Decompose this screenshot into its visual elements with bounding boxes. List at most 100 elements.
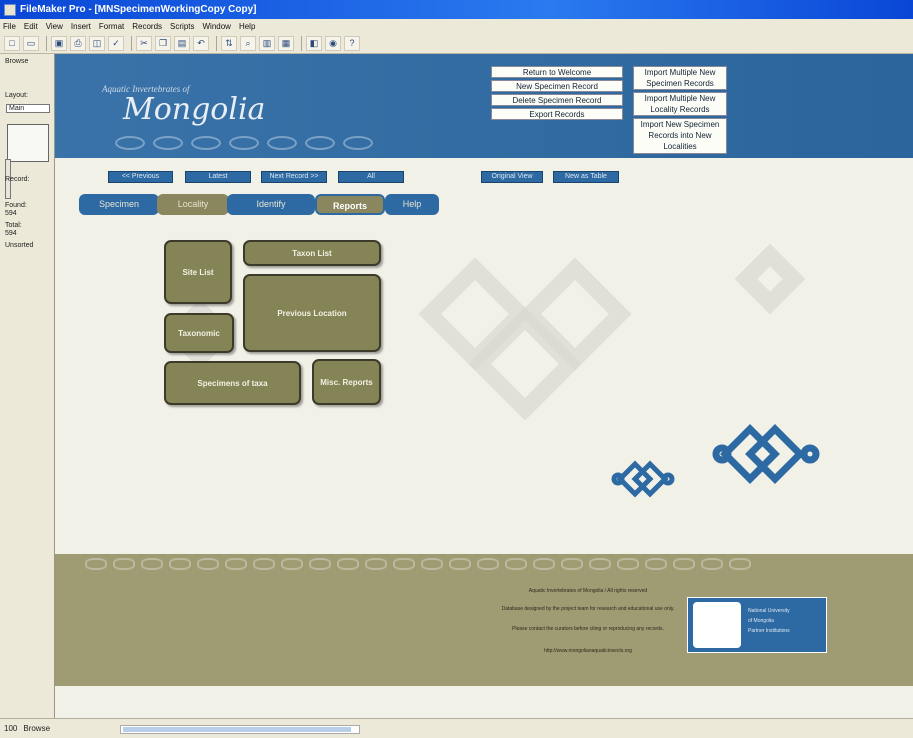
- import-multiple-new-button[interactable]: Import Multiple New Specimen Records: [633, 66, 727, 90]
- footer-line-1: Aquatic Invertebrates of Mongolia / All …: [528, 588, 648, 594]
- previous-location-button[interactable]: Previous Location: [243, 274, 381, 352]
- knot-icon: [561, 558, 583, 570]
- found-label: Found:: [5, 202, 27, 209]
- copy-icon[interactable]: ❐: [155, 35, 171, 51]
- find-icon[interactable]: ⌕: [240, 35, 256, 51]
- partner-logo-panel: National University of Mongolia Partner …: [687, 597, 827, 653]
- new-specimen-button[interactable]: New Specimen Record: [491, 80, 623, 92]
- menu-format[interactable]: Format: [99, 22, 124, 31]
- misc-reports-button[interactable]: Misc. Reports: [312, 359, 381, 405]
- taxonomic-button[interactable]: Taxonomic: [164, 313, 234, 353]
- import-locality-button[interactable]: Import Multiple New Locality Records: [633, 92, 727, 116]
- layout-content: Aquatic Invertebrates of Mongolia Return…: [55, 54, 913, 718]
- total-label: Total:: [5, 222, 22, 229]
- import-into-new-localities-button[interactable]: Import New Specimen Records into New Loc…: [633, 118, 727, 154]
- toolbar: □ ▭ ▣ ⎙ ◫ ✓ ✂ ❐ ▤ ↶ ⇅ ⌕ ▥ ▦ ◧ ◉ ?: [0, 33, 913, 54]
- bottom-statusbar: 100 Browse: [0, 718, 913, 738]
- export-records-button[interactable]: Export Records: [491, 108, 623, 120]
- menubar: File Edit View Insert Format Records Scr…: [0, 19, 913, 33]
- knot-icon: [141, 558, 163, 570]
- footer-line-2: Database designed by the project team fo…: [501, 606, 675, 612]
- record-label: Record:: [5, 176, 30, 183]
- filemaker-app-icon: [4, 3, 16, 16]
- window-titlebar: FileMaker Pro - [MNSpecimenWorkingCopy C…: [0, 0, 913, 19]
- toolbar-separator: [131, 35, 132, 51]
- header-banner: Aquatic Invertebrates of Mongolia Return…: [55, 54, 913, 158]
- watermark-knot: [734, 243, 806, 315]
- tab-specimen[interactable]: Specimen: [79, 194, 159, 215]
- tab-locality[interactable]: Locality: [157, 194, 229, 215]
- menu-window[interactable]: Window: [203, 22, 231, 31]
- university-logo-icon: [693, 602, 741, 648]
- knot-icon: [421, 558, 443, 570]
- menu-scripts[interactable]: Scripts: [170, 22, 194, 31]
- preview-icon[interactable]: ◫: [89, 35, 105, 51]
- knot-icon: [589, 558, 611, 570]
- menu-help[interactable]: Help: [239, 22, 255, 31]
- knot-icon: [253, 558, 275, 570]
- knot-icon: [533, 558, 555, 570]
- new-icon[interactable]: □: [4, 35, 20, 51]
- knot-icon: [729, 558, 751, 570]
- menu-file[interactable]: File: [3, 22, 16, 31]
- footer-link[interactable]: http://www.mongolianaquaticinsects.org: [483, 648, 693, 654]
- sort-status: Unsorted: [5, 242, 34, 249]
- print-icon[interactable]: ⎙: [70, 35, 86, 51]
- delete-specimen-button[interactable]: Delete Specimen Record: [491, 94, 623, 106]
- save-icon[interactable]: ▣: [51, 35, 67, 51]
- browse-icon[interactable]: ◉: [325, 35, 341, 51]
- tab-reports[interactable]: Reports: [315, 194, 385, 215]
- knot-icon: [115, 136, 145, 150]
- horizontal-scrollbar[interactable]: [120, 725, 360, 734]
- paste-icon[interactable]: ▤: [174, 35, 190, 51]
- found-value: 594: [5, 210, 17, 217]
- status-area: Browse Layout: Main Record: Found: 594 T…: [0, 54, 55, 718]
- taxon-list-button[interactable]: Taxon List: [243, 240, 381, 266]
- cut-icon[interactable]: ✂: [136, 35, 152, 51]
- site-list-button[interactable]: Site List: [164, 240, 232, 304]
- scrollbar-thumb[interactable]: [123, 727, 351, 732]
- layout-icon[interactable]: ◧: [306, 35, 322, 51]
- toolbar-separator: [216, 35, 217, 51]
- tab-help[interactable]: Help: [385, 194, 439, 215]
- knot-icon: [169, 558, 191, 570]
- open-icon[interactable]: ▭: [23, 35, 39, 51]
- header-knot-strip: [115, 136, 435, 152]
- spell-icon[interactable]: ✓: [108, 35, 124, 51]
- toolbar-separator: [301, 35, 302, 51]
- footer-line-3: Please contact the curators before citin…: [512, 626, 664, 632]
- undo-icon[interactable]: ↶: [193, 35, 209, 51]
- help-icon[interactable]: ?: [344, 35, 360, 51]
- zoom-level[interactable]: 100: [4, 724, 17, 733]
- latest-button[interactable]: Latest: [185, 171, 251, 183]
- layout-select[interactable]: Main: [6, 104, 50, 113]
- chart-icon[interactable]: ▥: [259, 35, 275, 51]
- mode-label[interactable]: Browse: [5, 58, 28, 65]
- knot-icon: [343, 136, 373, 150]
- menu-view[interactable]: View: [46, 22, 63, 31]
- knot-icon: [365, 558, 387, 570]
- knot-icon: [153, 136, 183, 150]
- table-icon[interactable]: ▦: [278, 35, 294, 51]
- partner-line: of Mongolia: [748, 618, 774, 624]
- previous-record-button[interactable]: << Previous: [108, 171, 173, 183]
- next-record-button[interactable]: Next Record >>: [261, 171, 327, 183]
- knot-icon: [617, 558, 639, 570]
- new-as-table-button[interactable]: New as Table: [553, 171, 619, 183]
- record-book-icon[interactable]: [7, 124, 49, 162]
- mode-indicator[interactable]: Browse: [23, 724, 50, 733]
- menu-edit[interactable]: Edit: [24, 22, 38, 31]
- specimens-of-taxa-button[interactable]: Specimens of taxa: [164, 361, 301, 405]
- knot-icon: [505, 558, 527, 570]
- menu-insert[interactable]: Insert: [71, 22, 91, 31]
- menu-records[interactable]: Records: [132, 22, 162, 31]
- knot-icon: [85, 558, 107, 570]
- knot-icon: [645, 558, 667, 570]
- all-records-button[interactable]: All: [338, 171, 404, 183]
- knot-icon: [281, 558, 303, 570]
- return-welcome-button[interactable]: Return to Welcome: [491, 66, 623, 78]
- sort-icon[interactable]: ⇅: [221, 35, 237, 51]
- tab-identify[interactable]: Identify: [227, 194, 315, 215]
- footer-knot-strip: [85, 558, 825, 572]
- original-view-button[interactable]: Original View: [481, 171, 543, 183]
